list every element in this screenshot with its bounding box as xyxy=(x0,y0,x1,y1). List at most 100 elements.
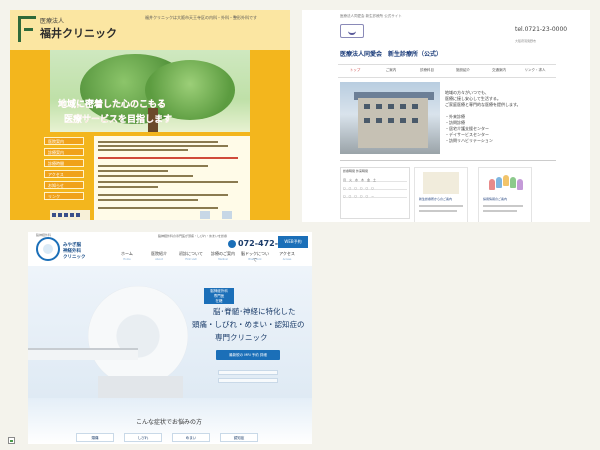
text-line xyxy=(98,199,198,201)
building-photo xyxy=(340,82,440,154)
window xyxy=(364,118,370,123)
nav-item-access[interactable]: アクセス xyxy=(272,251,302,257)
clinic-name[interactable]: みやぎ脳 神経外科 クリニック xyxy=(63,243,86,261)
text-line xyxy=(98,181,238,183)
mri-info-button[interactable]: 最新鋭の MRI 予約 詳細 xyxy=(216,350,280,360)
nav-item-home[interactable]: ホーム xyxy=(112,251,142,257)
nav-item-departments[interactable]: 診療科目 xyxy=(412,68,442,73)
clinic-name-line: クリニック xyxy=(63,255,86,260)
nav-item-access[interactable]: 交通案内 xyxy=(484,68,514,73)
sidebar-item[interactable]: 診療案内 xyxy=(44,148,84,156)
symptom-button[interactable]: しびれ xyxy=(124,433,162,442)
nav-item-guide[interactable]: ご案内 xyxy=(376,68,406,73)
sidebar-item[interactable]: アクセス xyxy=(44,170,84,178)
nav-item-first-visit[interactable]: 初診について xyxy=(176,251,206,257)
news-card[interactable]: 新生診療所からのご案内 xyxy=(414,167,468,222)
specialist-badge: 脳神経外科 専門医 在籍 xyxy=(204,288,234,304)
nav-item-top[interactable]: トップ xyxy=(340,68,370,73)
schedule-row: ○○○○○－ xyxy=(343,194,407,198)
sidebar-item[interactable]: 診療時間 xyxy=(44,159,84,167)
phone-number: tel.0721-23-0000 xyxy=(515,26,568,33)
address: 大阪府羽曳野市 xyxy=(515,39,537,43)
text-line xyxy=(98,175,193,177)
nav-item-brain-dock[interactable]: 脳ドックについて xyxy=(240,251,270,263)
person-icon xyxy=(496,177,502,188)
header-note: 脳神経外科の専門医が頭痛・しびれ・めまいを診療 xyxy=(158,234,228,238)
text-line xyxy=(98,194,228,196)
window xyxy=(364,104,370,109)
nav-sub-label: First visit xyxy=(185,258,197,261)
window xyxy=(400,104,406,109)
header-info: 福井クリニックは大阪市天王寺区の内科・外科・整形外科です xyxy=(145,15,257,20)
text-line xyxy=(419,205,463,207)
clinic-logo-icon[interactable] xyxy=(36,237,60,261)
symptom-button[interactable]: 頭痛 xyxy=(76,433,114,442)
nav-item-medical[interactable]: 診療のご案内 xyxy=(208,251,238,257)
card-image xyxy=(423,172,459,194)
thumbnail-image xyxy=(200,211,210,219)
staff-illustration xyxy=(489,173,525,191)
thumbnail-image xyxy=(222,211,232,219)
service-item[interactable]: ・訪問リハビリテーション xyxy=(445,138,493,144)
breadcrumb: 医療法人同愛会 新生診療所 公式サイト xyxy=(340,14,402,18)
window xyxy=(412,104,418,109)
sidebar-item[interactable]: お知らせ xyxy=(44,181,84,189)
clinic-logo-icon xyxy=(18,16,36,42)
hero-slogan: 地域に密着した心のこもる xyxy=(58,100,167,110)
nav-sub-label: Medical xyxy=(218,258,228,261)
site-header: 医療法人 福井クリニック 福井クリニックは大阪市天王寺区の内科・外科・整形外科で… xyxy=(10,10,290,50)
text-line xyxy=(483,210,517,212)
text-line xyxy=(483,205,523,207)
person-icon xyxy=(503,175,509,186)
text-line xyxy=(98,145,228,147)
main-nav: ホーム Home 医院紹介 About 初診について First visit 診… xyxy=(112,250,312,264)
window xyxy=(412,118,418,123)
nav-item-links[interactable]: リンク・求人 xyxy=(520,68,550,73)
calendar-day xyxy=(52,213,56,217)
schedule-title: 診療時間 外来時間 xyxy=(343,169,368,173)
window xyxy=(376,104,382,109)
card-link[interactable]: 新生診療所からのご案内 xyxy=(419,198,452,201)
broken-image-icon xyxy=(8,437,15,444)
hero-headline: 専門クリニック xyxy=(215,333,268,342)
text-line xyxy=(98,186,158,188)
staff-card[interactable]: 採用情報のご案内 xyxy=(478,167,532,222)
clinic-logo-icon[interactable] xyxy=(340,24,364,38)
info-bar xyxy=(218,370,278,375)
nav-item-about[interactable]: 医院紹介 xyxy=(144,251,174,257)
badge-line: 在籍 xyxy=(215,299,223,303)
hero-headline: 頭痛・しびれ・めまい・認知症の xyxy=(192,320,305,329)
symptoms-title: こんな症状でお悩みの方 xyxy=(136,419,203,426)
miyagi-clinic-screenshot: 脳神経外科 みやぎ脳 神経外科 クリニック 脳神経外科の専門医が頭痛・しびれ・め… xyxy=(28,232,312,444)
shinsei-clinic-screenshot: 医療法人同愛会 新生診療所 公式サイト 医療法人同愛会 新生診療所（公式） te… xyxy=(302,10,590,222)
schedule-table: 診療時間 外来時間 月火水木金土 ○○○○○○ ○○○○○－ xyxy=(340,167,410,219)
hero-image: 地域に密着した心のこもる 医療サービスを目指します xyxy=(50,50,250,132)
window xyxy=(388,104,394,109)
window xyxy=(400,118,406,123)
person-icon xyxy=(517,179,523,190)
symptom-button[interactable]: 認知症 xyxy=(220,433,258,442)
building xyxy=(358,98,428,148)
organization-name[interactable]: 医療法人同愛会 新生診療所（公式） xyxy=(340,52,442,58)
nav-sub-label: Brain dock xyxy=(248,258,262,261)
window xyxy=(388,118,394,123)
phone-icon xyxy=(228,240,236,248)
text-line xyxy=(98,170,168,172)
person-icon xyxy=(510,177,516,188)
text-line xyxy=(98,149,188,151)
schedule-row: ○○○○○○ xyxy=(343,186,407,190)
sidebar-item[interactable]: リンク xyxy=(44,192,84,200)
fukui-clinic-screenshot: 医療法人 福井クリニック 福井クリニックは大阪市天王寺区の内科・外科・整形外科で… xyxy=(10,10,290,220)
sidebar-item[interactable]: 医院案内 xyxy=(44,137,84,145)
calendar-day xyxy=(64,213,68,217)
text-line xyxy=(419,210,457,212)
web-booking-button[interactable]: WEB予約 xyxy=(278,236,308,248)
symptom-button[interactable]: めまい xyxy=(172,433,210,442)
notice-line xyxy=(98,157,238,159)
nav-item-facilities[interactable]: 施設紹介 xyxy=(448,68,478,73)
info-bar xyxy=(218,378,278,383)
calendar-day xyxy=(76,213,80,217)
tree-canopy xyxy=(145,60,235,120)
clinic-name[interactable]: 福井クリニック xyxy=(40,28,117,39)
card-link[interactable]: 採用情報のご案内 xyxy=(483,198,507,201)
